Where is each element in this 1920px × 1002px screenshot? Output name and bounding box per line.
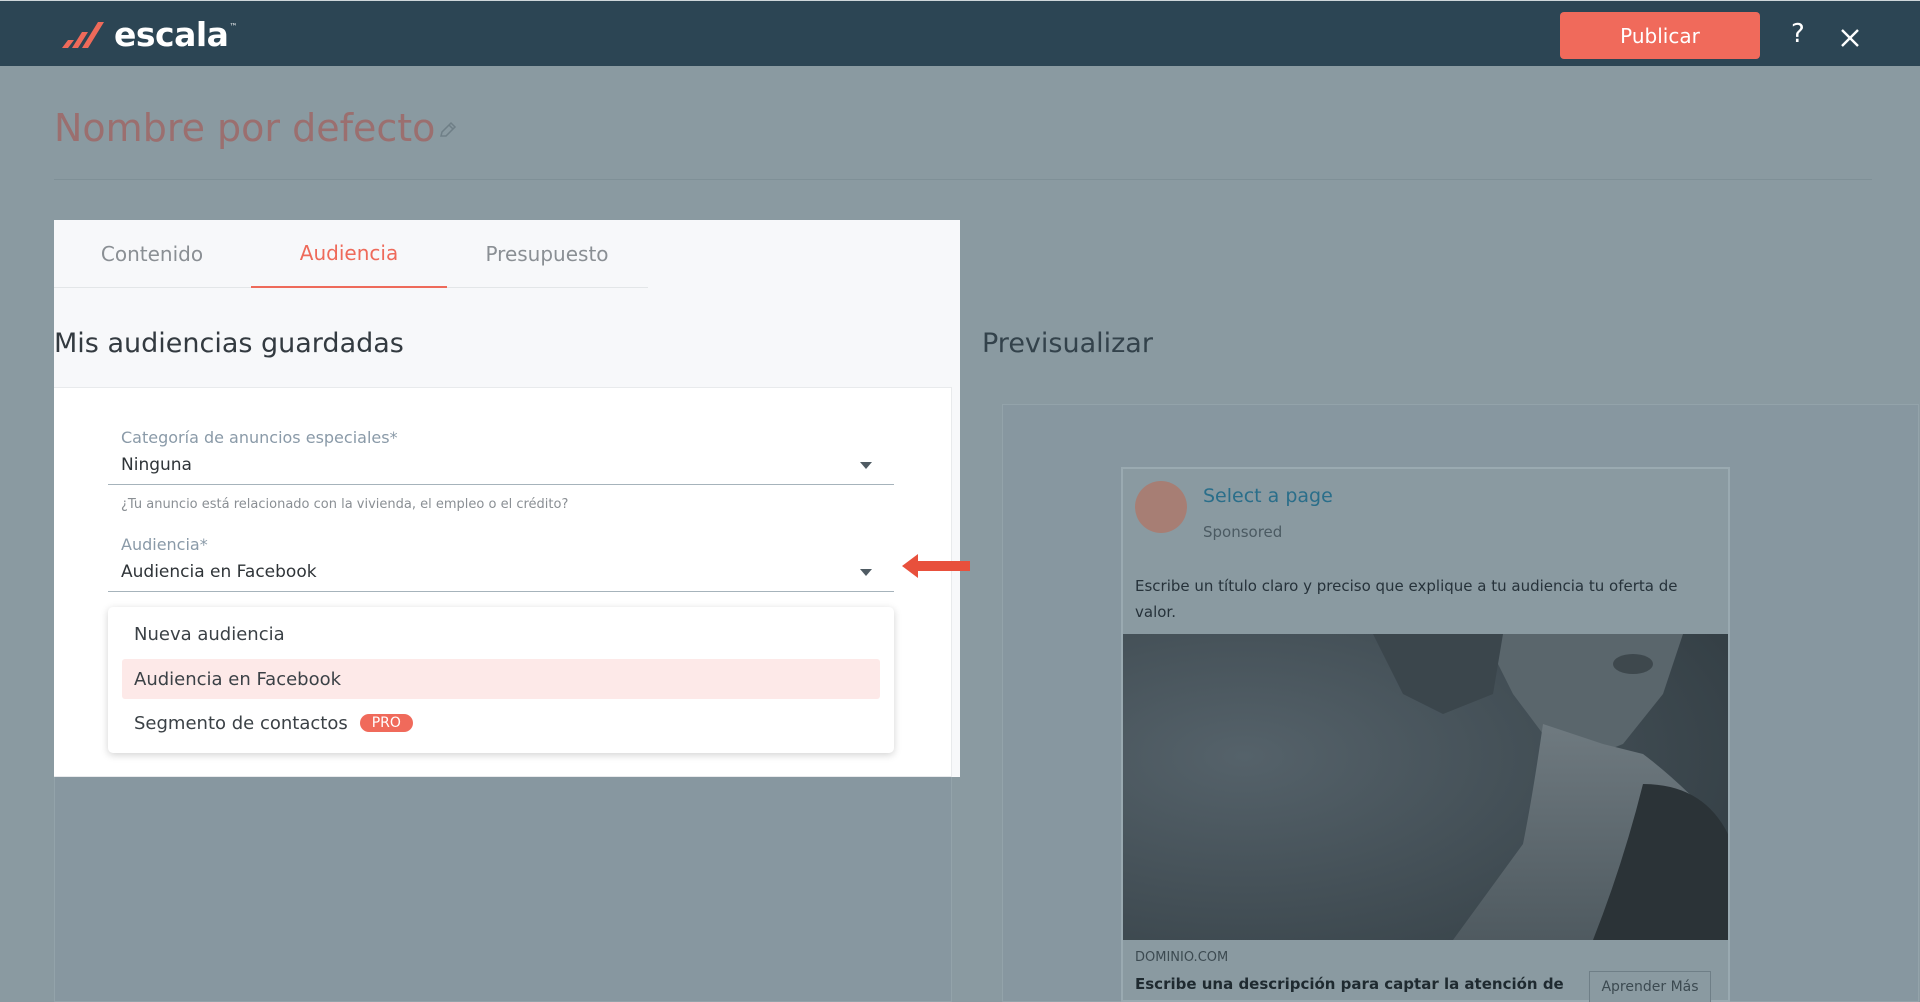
form-panel-background — [54, 777, 952, 1002]
ad-primary-text: Escribe un título claro y preciso que ex… — [1135, 577, 1678, 621]
top-bar: escala ™ Publicar ? — [0, 0, 1920, 66]
publish-button[interactable]: Publicar — [1560, 12, 1760, 59]
pro-badge: PRO — [359, 714, 413, 732]
option-label: Nueva audiencia — [134, 623, 285, 645]
learn-more-button[interactable]: Aprender Más — [1589, 971, 1711, 1002]
facebook-ad-preview: Select a page Sponsored Escribe un títul… — [1121, 467, 1730, 1002]
brand-name: escala — [114, 15, 229, 54]
close-icon[interactable] — [1838, 26, 1862, 50]
preview-title: Previsualizar — [982, 328, 1153, 359]
saved-audiences-title: Mis audiencias guardadas — [54, 328, 404, 359]
category-underline — [108, 484, 894, 485]
tab-presupuesto[interactable]: Presupuesto — [448, 220, 646, 288]
audience-dropdown-menu: Nueva audiencia Audiencia en Facebook Se… — [108, 607, 894, 753]
category-label: Categoría de anuncios especiales* — [121, 428, 398, 447]
arrow-left-icon — [902, 554, 970, 578]
audience-card: Contenido Audiencia Presupuesto Mis audi… — [54, 220, 960, 777]
trademark: ™ — [229, 22, 238, 31]
tab-audiencia[interactable]: Audiencia — [251, 220, 447, 288]
pencil-icon[interactable] — [438, 120, 458, 140]
audience-label: Audiencia* — [121, 535, 208, 554]
audience-select[interactable]: Audiencia en Facebook — [121, 562, 317, 582]
chevron-down-icon[interactable] — [860, 462, 872, 469]
portrait-photo — [1123, 634, 1728, 940]
category-hint: ¿Tu anuncio está relacionado con la vivi… — [121, 497, 569, 512]
option-label: Segmento de contactos — [134, 712, 348, 734]
select-page-link[interactable]: Select a page — [1203, 485, 1333, 507]
option-nueva-audiencia[interactable]: Nueva audiencia — [122, 614, 880, 654]
avatar — [1135, 481, 1187, 533]
option-label: Audiencia en Facebook — [134, 668, 342, 690]
tab-bar: Contenido Audiencia Presupuesto — [54, 220, 648, 288]
ad-domain: DOMINIO.COM — [1135, 950, 1229, 965]
chevron-down-icon[interactable] — [860, 569, 872, 576]
category-select[interactable]: Ninguna — [121, 455, 192, 475]
audience-underline — [108, 591, 894, 592]
escala-logo-icon — [62, 21, 104, 48]
escala-logo[interactable]: escala ™ — [60, 15, 237, 54]
ad-image — [1123, 634, 1728, 940]
option-audiencia-facebook[interactable]: Audiencia en Facebook — [122, 659, 880, 699]
title-divider — [54, 179, 1872, 180]
ad-description: Escribe una descripción para captar la a… — [1135, 975, 1564, 993]
page-title: Nombre por defecto — [54, 106, 436, 150]
help-icon[interactable]: ? — [1791, 19, 1805, 49]
option-segmento-contactos[interactable]: Segmento de contactos PRO — [122, 703, 880, 743]
tab-contenido[interactable]: Contenido — [54, 220, 250, 288]
sponsored-label: Sponsored — [1203, 523, 1283, 541]
